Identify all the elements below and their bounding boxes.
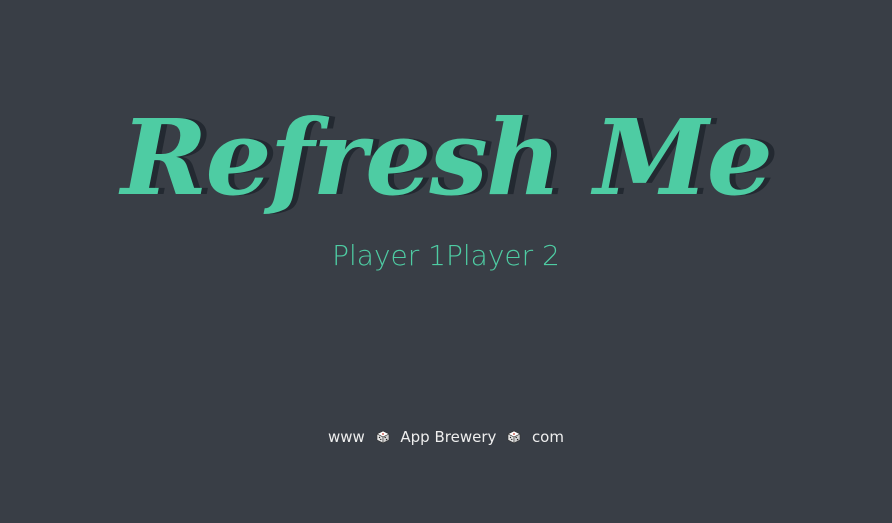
dice-icon [375,430,390,444]
player-1-label: Player 1 [332,239,446,272]
dice-icon [507,430,521,444]
players-row: Player 1Player 2 [0,236,892,276]
footer-www: www [328,428,365,446]
page-title: Refresh Me [121,95,773,219]
footer-brand: App Brewery [400,428,497,446]
footer: www App Brewery com [0,425,892,449]
player-2-label: Player 2 [446,239,560,272]
footer-com: com [531,428,564,446]
